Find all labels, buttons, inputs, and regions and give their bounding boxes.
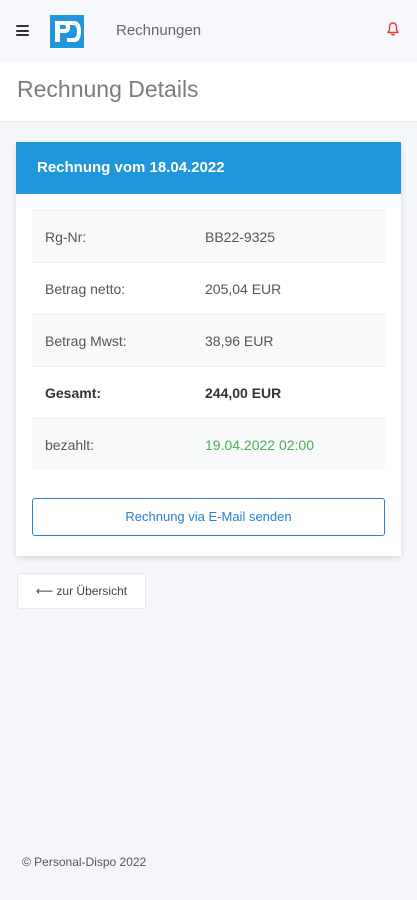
row-label: Rg-Nr: <box>45 228 87 245</box>
row-value: 205,04 EUR <box>205 280 282 297</box>
page-header: Rechnung Details <box>0 62 417 122</box>
top-bar: Rechnungen <box>0 0 417 62</box>
paid-date-row: bezahlt: 19.04.2022 02:00 <box>32 418 385 470</box>
app-title: Rechnungen <box>116 22 202 39</box>
vat-amount-row: Betrag Mwst: 38,96 EUR <box>32 314 385 366</box>
total-amount-row: Gesamt: 244,00 EUR <box>32 366 385 418</box>
paid-date-value: 19.04.2022 02:00 <box>205 436 314 453</box>
back-to-overview-button[interactable]: ⟵ zur Übersicht <box>17 573 146 609</box>
row-value: 38,96 EUR <box>205 332 274 349</box>
row-label: Betrag netto: <box>45 280 126 297</box>
row-value: 244,00 EUR <box>205 384 282 401</box>
bell-icon[interactable] <box>385 21 401 37</box>
invoice-number-row: Rg-Nr: BB22-9325 <box>32 210 385 262</box>
page-title: Rechnung Details <box>17 76 199 102</box>
row-value: BB22-9325 <box>205 228 276 245</box>
send-invoice-email-button[interactable]: Rechnung via E-Mail senden <box>32 498 385 536</box>
row-label: Gesamt: <box>45 384 102 401</box>
invoice-details-table: Rg-Nr: BB22-9325 Betrag netto: 205,04 EU… <box>32 210 385 470</box>
invoice-card-header: Rechnung vom 18.04.2022 <box>16 142 401 194</box>
net-amount-row: Betrag netto: 205,04 EUR <box>32 262 385 314</box>
footer-copyright: © Personal-Dispo 2022 <box>22 855 147 869</box>
row-label: Betrag Mwst: <box>45 332 127 349</box>
row-label: bezahlt: <box>45 436 95 453</box>
hamburger-menu-icon[interactable] <box>16 25 29 36</box>
invoice-card: Rechnung vom 18.04.2022 Rg-Nr: BB22-9325… <box>16 142 401 556</box>
app-logo[interactable] <box>50 15 84 48</box>
